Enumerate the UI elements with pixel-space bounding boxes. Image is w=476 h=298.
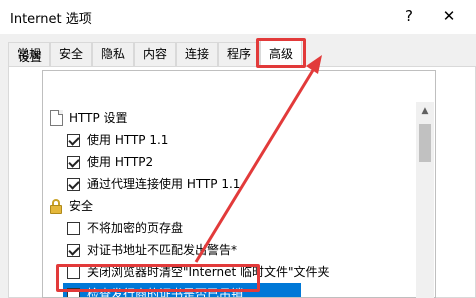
page-icon [50,110,63,126]
scroll-up-arrow-icon[interactable]: ▲ [416,102,434,120]
title-bar: Internet 选项 ? ✕ [0,0,476,34]
close-button[interactable]: ✕ [434,4,464,28]
use-http11-label: 使用 HTTP 1.1 [87,133,169,147]
tab-programs[interactable]: 程序 [218,42,260,66]
no-save-encrypted-label: 不将加密的页存盘 [87,221,184,235]
http-header-label: HTTP 设置 [69,111,128,125]
settings-scrollbar[interactable]: ▲ [416,102,434,298]
window-title: Internet 选项 [10,12,92,27]
tab-highlight-box [256,38,306,68]
scroll-thumb[interactable] [419,124,431,162]
tab-security[interactable]: 安全 [50,42,92,66]
list-item-use-http2[interactable]: 使用 HTTP2 [43,151,413,173]
list-item-proxy-http11[interactable]: 通过代理连接使用 HTTP 1.1 [43,173,413,195]
settings-group-label: 设置 [18,50,43,64]
tab-connections[interactable]: 连接 [176,42,218,66]
list-item-no-save-encrypted[interactable]: 不将加密的页存盘 [43,217,413,239]
lock-icon [50,199,62,214]
list-item-cert-mismatch[interactable]: 对证书地址不匹配发出警告* [43,239,413,261]
no-save-encrypted-checkbox[interactable] [67,222,80,235]
proxy-http11-checkbox[interactable] [67,178,80,191]
list-item-http-header: HTTP 设置 [43,107,413,129]
proxy-http11-label: 通过代理连接使用 HTTP 1.1 [87,177,241,191]
cert-mismatch-checkbox[interactable] [67,244,80,257]
setting-highlight-box [56,264,260,292]
list-item-security-header: 安全 [43,195,413,217]
list-item-use-http11[interactable]: 使用 HTTP 1.1 [43,129,413,151]
security-header-label: 安全 [69,199,94,213]
use-http11-checkbox[interactable] [67,134,80,147]
cert-mismatch-label: 对证书地址不匹配发出警告* [87,243,238,257]
tab-privacy[interactable]: 隐私 [92,42,134,66]
tab-content[interactable]: 内容 [134,42,176,66]
use-http2-checkbox[interactable] [67,156,80,169]
use-http2-label: 使用 HTTP2 [87,155,154,169]
help-button[interactable]: ? [397,4,421,28]
